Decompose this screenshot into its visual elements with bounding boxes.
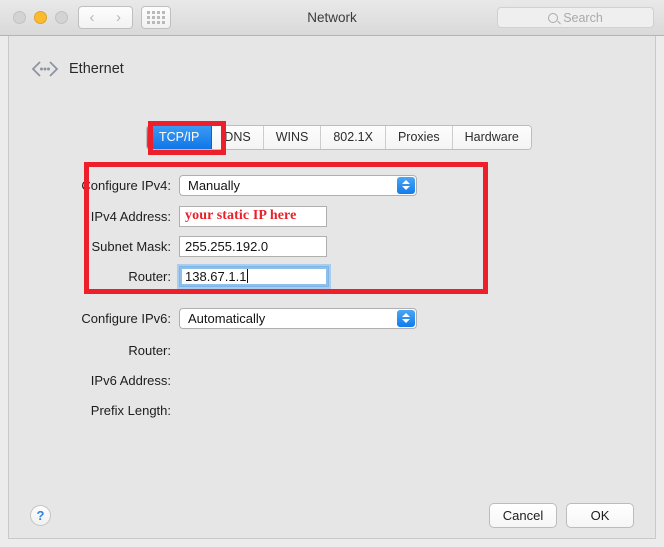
search-input[interactable]: Search <box>497 7 654 28</box>
tab-tcpip[interactable]: TCP/IP <box>147 126 213 149</box>
configure-ipv4-value: Manually <box>188 177 241 193</box>
cancel-button[interactable]: Cancel <box>489 503 557 528</box>
ipv6-router-value <box>179 340 329 361</box>
prefix-length-value <box>179 400 329 421</box>
configure-ipv4-select[interactable]: Manually <box>179 174 417 196</box>
configure-ipv6-label: Configure IPv6: <box>81 310 171 326</box>
ipv6-address-label: IPv6 Address: <box>90 372 171 388</box>
search-icon <box>548 12 559 23</box>
ipv6-router-label: Router: <box>128 342 171 358</box>
configure-ipv4-row: Configure IPv4: Manually <box>9 172 469 198</box>
subnet-mask-row: Subnet Mask: 255.255.192.0 <box>9 233 469 259</box>
search-placeholder: Search <box>563 10 603 25</box>
tab-hardware[interactable]: Hardware <box>452 126 531 149</box>
subnet-mask-input[interactable]: 255.255.192.0 <box>179 235 327 257</box>
ipv4-router-value: 138.67.1.1 <box>185 268 247 284</box>
service-name: Ethernet <box>69 61 124 77</box>
ipv6-router-row: Router: <box>9 337 469 363</box>
prefix-length-row: Prefix Length: <box>9 397 469 423</box>
tab-proxies[interactable]: Proxies <box>385 126 453 149</box>
ipv4-router-label: Router: <box>128 268 171 284</box>
tab-wins[interactable]: WINS <box>263 126 322 149</box>
prefix-length-label: Prefix Length: <box>90 402 171 418</box>
chevron-updown-icon <box>397 309 415 327</box>
tab-8021x[interactable]: 802.1X <box>321 126 386 149</box>
ipv4-address-row: IPv4 Address: your static IP here <box>9 203 469 229</box>
configure-ipv6-row: Configure IPv6: Automatically <box>9 305 469 331</box>
service-header: Ethernet <box>29 58 124 80</box>
ipv6-address-row: IPv6 Address: <box>9 367 469 393</box>
tab-bar: TCP/IP DNS WINS 802.1X Proxies Hardware <box>146 125 532 150</box>
configure-ipv4-label: Configure IPv4: <box>81 177 171 193</box>
network-preferences-window: ‹ › Network Search Ethernet TCP/IP DNS W… <box>0 0 664 547</box>
ethernet-icon <box>29 58 61 80</box>
subnet-mask-label: Subnet Mask: <box>91 238 172 254</box>
ipv6-address-value <box>179 370 329 391</box>
ipv4-router-input[interactable]: 138.67.1.1 <box>179 265 329 287</box>
ipv4-address-input[interactable]: your static IP here <box>179 205 327 227</box>
ipv4-address-label: IPv4 Address: <box>90 208 171 224</box>
configure-ipv6-value: Automatically <box>188 310 266 326</box>
window-titlebar: ‹ › Network Search <box>0 0 664 36</box>
chevron-updown-icon <box>397 176 415 194</box>
tab-dns[interactable]: DNS <box>212 126 264 149</box>
ok-button[interactable]: OK <box>566 503 634 528</box>
text-cursor <box>247 269 249 283</box>
preferences-content-panel: Ethernet TCP/IP DNS WINS 802.1X Proxies … <box>8 36 656 539</box>
configure-ipv6-select[interactable]: Automatically <box>179 307 417 329</box>
ipv4-router-row: Router: 138.67.1.1 <box>9 263 469 289</box>
help-button[interactable]: ? <box>30 505 51 526</box>
